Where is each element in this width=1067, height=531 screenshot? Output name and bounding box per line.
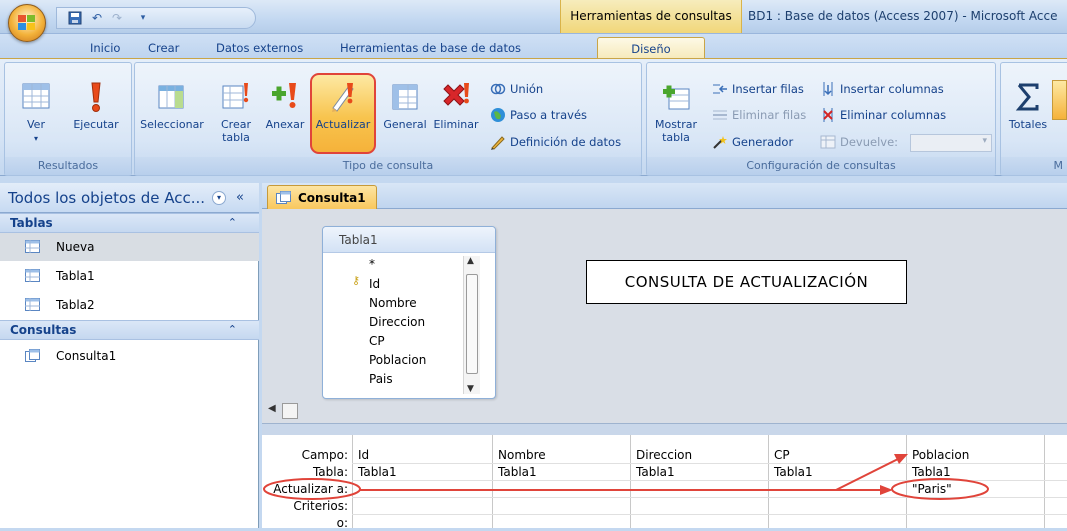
highlight-ellipse-paris-cell: [891, 478, 989, 500]
office-logo-icon: [18, 15, 35, 30]
red-annotation-overlay: [263, 454, 989, 500]
office-button[interactable]: [8, 4, 46, 42]
arrow-line-to-poblacion: [835, 458, 899, 491]
arrowhead-paris: [880, 485, 893, 495]
highlight-ellipse-actualizar-label: [263, 478, 361, 500]
